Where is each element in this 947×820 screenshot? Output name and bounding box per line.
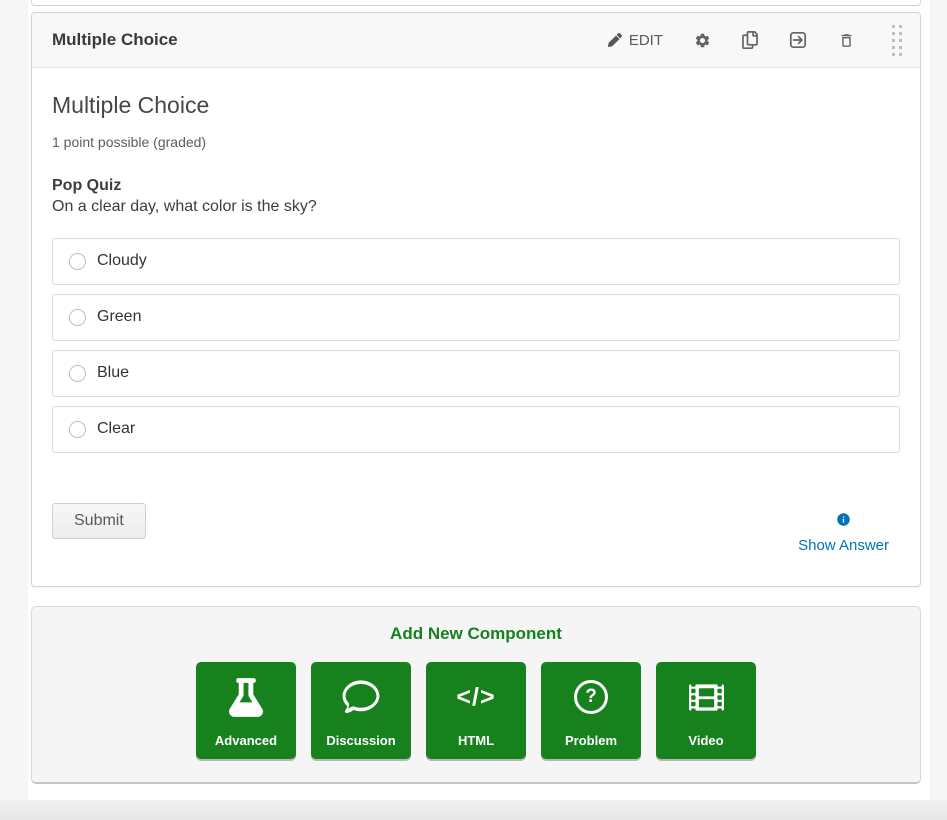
add-advanced-button[interactable]: Advanced [196,662,296,759]
choice-label: Blue [97,364,129,382]
component-card-header: Multiple Choice EDIT [32,13,920,68]
previous-component-edge [31,0,921,6]
speech-bubble-icon [342,662,380,733]
points-possible: 1 point possible (graded) [52,134,900,150]
show-answer-wrap: Show Answer [798,512,889,554]
radio-button-icon[interactable] [69,365,86,382]
film-icon [688,662,725,733]
choice-label: Clear [97,420,135,438]
choice-option-blue[interactable]: Blue [52,350,900,397]
component-title: Multiple Choice [52,30,178,50]
content-column: Multiple Choice EDIT [28,0,930,800]
choice-list: Cloudy Green Blue Clear [52,238,900,453]
component-button-label: Problem [565,733,617,748]
component-button-label: Advanced [215,733,277,748]
problem-body: Multiple Choice 1 point possible (graded… [32,68,920,586]
component-type-buttons: Advanced Discussion </> HTML ? Problem [32,662,920,759]
info-icon [836,512,851,532]
gear-icon [694,32,711,49]
duplicate-button[interactable] [740,29,760,51]
show-answer-link[interactable]: Show Answer [798,537,889,554]
delete-button[interactable] [836,30,857,51]
choice-option-cloudy[interactable]: Cloudy [52,238,900,285]
add-video-button[interactable]: Video [656,662,756,759]
radio-button-icon[interactable] [69,421,86,438]
radio-button-icon[interactable] [69,253,86,270]
add-component-title: Add New Component [32,624,920,644]
component-actions: EDIT [606,23,904,58]
settings-button[interactable] [692,30,713,51]
duplicate-icon [742,31,758,49]
choice-option-green[interactable]: Green [52,294,900,341]
pencil-icon [608,33,622,47]
drag-handle-icon[interactable] [890,23,904,58]
problem-title: Multiple Choice [52,92,900,120]
move-button[interactable] [787,29,809,51]
question-text: On a clear day, what color is the sky? [52,198,900,216]
move-icon [789,31,807,49]
add-problem-button[interactable]: ? Problem [541,662,641,759]
trash-icon [838,32,855,49]
add-discussion-button[interactable]: Discussion [311,662,411,759]
edit-button[interactable]: EDIT [606,30,665,51]
edit-button-label: EDIT [629,32,663,49]
question-title: Pop Quiz [52,177,900,195]
choice-option-clear[interactable]: Clear [52,406,900,453]
page-bottom-background [0,800,947,820]
multiple-choice-component-card: Multiple Choice EDIT [31,12,921,587]
question-circle-icon: ? [574,662,608,733]
choice-label: Cloudy [97,252,147,270]
radio-button-icon[interactable] [69,309,86,326]
component-button-label: Video [688,733,723,748]
choice-label: Green [97,308,141,326]
submit-button[interactable]: Submit [52,503,146,539]
component-button-label: Discussion [326,733,395,748]
code-brackets-icon: </> [456,662,495,733]
problem-actions-row: Submit Show Answer [52,503,900,554]
add-html-button[interactable]: </> HTML [426,662,526,759]
add-component-panel: Add New Component Advanced Discussion </… [31,606,921,784]
component-button-label: HTML [458,733,494,748]
flask-icon [229,662,263,733]
